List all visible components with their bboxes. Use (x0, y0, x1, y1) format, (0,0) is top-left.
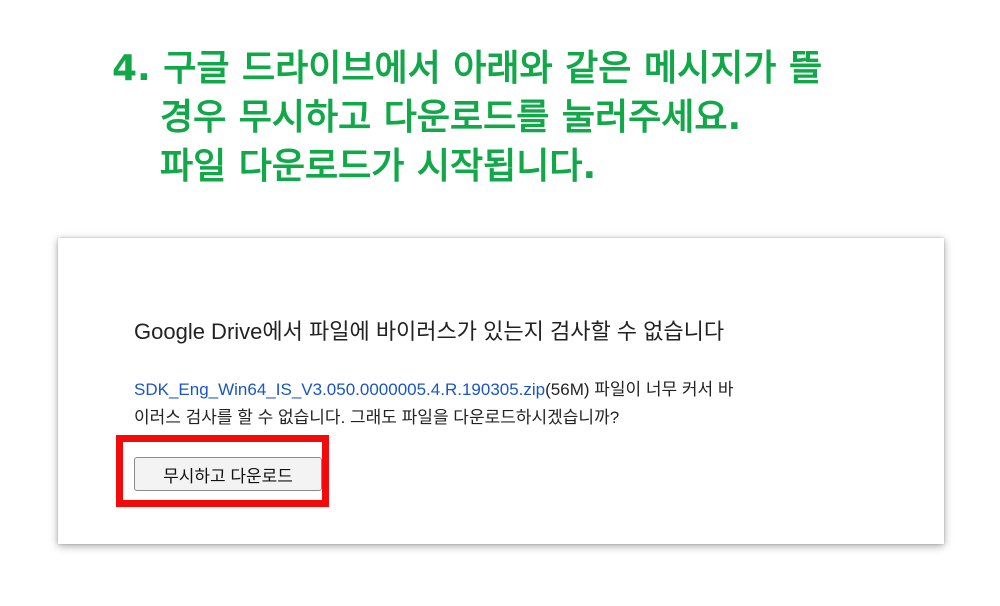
file-name-link[interactable]: SDK_Eng_Win64_IS_V3.050.0000005.4.R.1903… (134, 380, 545, 399)
dialog-message: SDK_Eng_Win64_IS_V3.050.0000005.4.R.1903… (134, 376, 904, 432)
message-text-1: 파일이 너무 커서 바 (589, 380, 734, 399)
instruction-line-1: 4. 구글 드라이브에서 아래와 같은 메시지가 뜰 (112, 48, 823, 89)
virus-scan-warning-dialog: Google Drive에서 파일에 바이러스가 있는지 검사할 수 없습니다 … (58, 238, 944, 544)
instruction-text: 4. 구글 드라이브에서 아래와 같은 메시지가 뜰 경우 무시하고 다운로드를… (112, 44, 972, 191)
message-text-2: 이러스 검사를 할 수 없습니다. 그래도 파일을 다운로드하시겠습니까? (134, 408, 620, 427)
instruction-line-3: 파일 다운로드가 시작됩니다. (160, 146, 597, 187)
instruction-line-2: 경우 무시하고 다운로드를 눌러주세요. (160, 97, 742, 138)
download-anyway-button[interactable]: 무시하고 다운로드 (134, 457, 322, 491)
file-size: (56M) (545, 380, 590, 399)
dialog-title: Google Drive에서 파일에 바이러스가 있는지 검사할 수 없습니다 (134, 319, 725, 344)
